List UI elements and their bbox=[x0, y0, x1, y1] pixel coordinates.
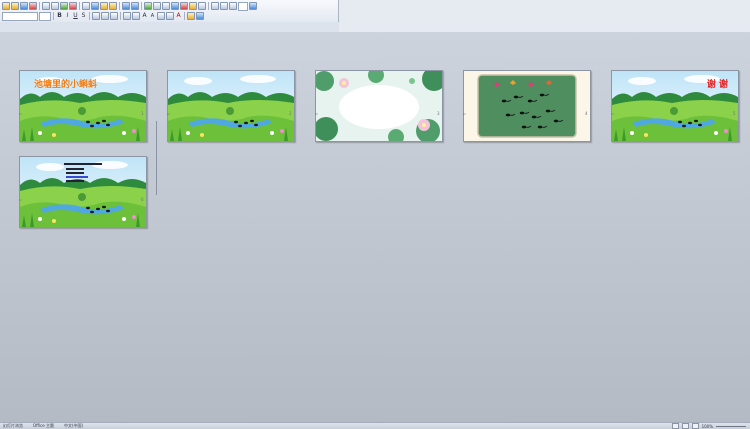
show-formatting-icon[interactable] bbox=[220, 2, 228, 10]
toolbar-row-formatting: B I U S A A A bbox=[2, 11, 204, 21]
align-right-icon[interactable] bbox=[110, 12, 118, 20]
animation-indicator-icon[interactable]: ▫ bbox=[463, 111, 466, 116]
shadow-icon[interactable]: S bbox=[80, 12, 87, 20]
animation-indicator-icon[interactable]: ▫ bbox=[611, 111, 614, 116]
wordart-icon[interactable] bbox=[189, 2, 197, 10]
shrink-font-icon[interactable]: A bbox=[149, 12, 156, 20]
undo-icon[interactable] bbox=[122, 2, 130, 10]
color-grayscale-icon[interactable] bbox=[198, 2, 206, 10]
status-design: Office 主题 bbox=[33, 423, 54, 428]
slide-number: 3 bbox=[437, 111, 440, 116]
permission-icon[interactable] bbox=[29, 2, 37, 10]
slide-number: 6 bbox=[141, 197, 144, 202]
slideshow-button[interactable] bbox=[691, 423, 699, 429]
slide-title-text: 池塘里的小蝌蚪 bbox=[34, 80, 98, 90]
new-slide-icon[interactable] bbox=[196, 12, 204, 20]
grid-icon[interactable] bbox=[229, 2, 237, 10]
toolbar-dock-empty bbox=[339, 0, 750, 32]
animation-indicator-icon[interactable]: ▫ bbox=[19, 111, 22, 116]
insert-table-icon[interactable] bbox=[153, 2, 161, 10]
toolbar-separator bbox=[141, 2, 142, 10]
status-language: 中文(中国) bbox=[63, 423, 84, 428]
slide-design-icon[interactable] bbox=[187, 12, 195, 20]
animation-indicator-icon[interactable]: ▫ bbox=[315, 111, 318, 116]
bullets-icon[interactable] bbox=[132, 12, 140, 20]
zoom-box[interactable] bbox=[238, 1, 248, 11]
print-icon[interactable] bbox=[42, 2, 50, 10]
normal-view-button[interactable] bbox=[671, 423, 679, 429]
numbering-icon[interactable] bbox=[123, 12, 131, 20]
underline-icon[interactable]: U bbox=[72, 12, 79, 20]
slide-thumbnail[interactable]: 池塘里的小蝌蚪 bbox=[19, 70, 147, 142]
grow-font-icon[interactable]: A bbox=[141, 12, 148, 20]
help-icon[interactable] bbox=[249, 2, 257, 10]
toolbar-dock bbox=[0, 22, 339, 32]
status-bar: 幻灯片浏览 Office 主题 中文(中国) 100% bbox=[0, 422, 750, 429]
slide-number: 1 bbox=[141, 111, 144, 116]
toolbar-row-standard bbox=[2, 1, 257, 11]
tables-borders-icon[interactable] bbox=[162, 2, 170, 10]
save-icon[interactable] bbox=[20, 2, 28, 10]
font-color-icon[interactable]: A bbox=[175, 12, 182, 20]
status-view: 幻灯片浏览 bbox=[3, 423, 23, 428]
align-center-icon[interactable] bbox=[101, 12, 109, 20]
italic-icon[interactable]: I bbox=[64, 12, 71, 20]
zoom-slider[interactable] bbox=[716, 425, 746, 427]
zoom-level: 100% bbox=[701, 423, 713, 429]
toolbar-separator bbox=[208, 2, 209, 10]
redo-icon[interactable] bbox=[131, 2, 139, 10]
font-size-box[interactable] bbox=[39, 11, 51, 21]
new-icon[interactable] bbox=[2, 2, 10, 10]
spell-check-icon[interactable] bbox=[60, 2, 68, 10]
animation-indicator-icon[interactable]: ▫ bbox=[19, 197, 22, 202]
toolbar-separator bbox=[184, 12, 185, 20]
expand-all-icon[interactable] bbox=[211, 2, 219, 10]
font-name-box[interactable] bbox=[2, 11, 38, 21]
bold-icon[interactable]: B bbox=[56, 12, 63, 20]
insert-hyperlink-icon[interactable] bbox=[171, 2, 179, 10]
slide-number: 4 bbox=[585, 111, 588, 116]
slide-thumbnail[interactable]: 谢 谢 bbox=[611, 70, 739, 142]
format-painter-icon[interactable] bbox=[109, 2, 117, 10]
sorter-view-button[interactable] bbox=[681, 423, 689, 429]
copy-icon[interactable] bbox=[91, 2, 99, 10]
slide-title-text: 谢 谢 bbox=[706, 80, 728, 90]
slide-thumbnail[interactable] bbox=[463, 70, 591, 142]
standard-toolbar: B I U S A A A bbox=[0, 0, 339, 23]
toolbar-separator bbox=[53, 12, 54, 20]
cut-icon[interactable] bbox=[82, 2, 90, 10]
toolbar-separator bbox=[119, 2, 120, 10]
open-icon[interactable] bbox=[11, 2, 19, 10]
slide-thumbnail[interactable] bbox=[315, 70, 443, 142]
increase-indent-icon[interactable] bbox=[166, 12, 174, 20]
paste-icon[interactable] bbox=[100, 2, 108, 10]
slide-thumbnail[interactable] bbox=[167, 70, 295, 142]
insert-picture-icon[interactable] bbox=[180, 2, 188, 10]
slide-number: 5 bbox=[733, 111, 736, 116]
insert-chart-icon[interactable] bbox=[144, 2, 152, 10]
toolbar-separator bbox=[120, 12, 121, 20]
slide-number: 2 bbox=[289, 111, 292, 116]
status-right: 100% bbox=[671, 423, 750, 429]
animation-indicator-icon[interactable]: ▫ bbox=[167, 111, 170, 116]
decrease-indent-icon[interactable] bbox=[157, 12, 165, 20]
align-left-icon[interactable] bbox=[92, 12, 100, 20]
toolbar-separator bbox=[79, 2, 80, 10]
print-preview-icon[interactable] bbox=[51, 2, 59, 10]
slide-thumbnail[interactable] bbox=[19, 156, 147, 228]
research-icon[interactable] bbox=[69, 2, 77, 10]
toolbar-separator bbox=[89, 12, 90, 20]
insertion-marker bbox=[156, 121, 157, 195]
slide-sorter-view[interactable]: 池塘里的小蝌蚪 谢 谢 bbox=[0, 32, 750, 422]
toolbar-separator bbox=[39, 2, 40, 10]
